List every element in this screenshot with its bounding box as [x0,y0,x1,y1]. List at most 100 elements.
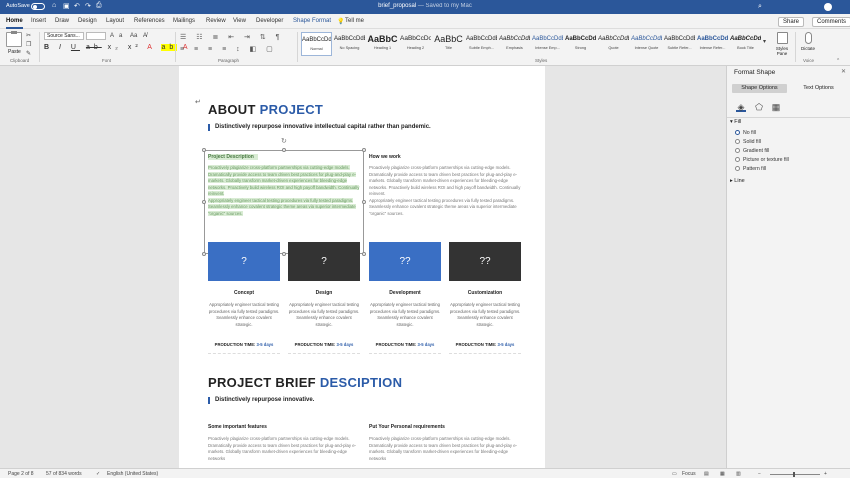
cut-icon[interactable]: ✂ [26,33,32,39]
tab-home[interactable]: Home [6,18,23,29]
focus-icon[interactable]: ▭ [672,471,677,477]
font-name-select[interactable]: Source Sans... [44,32,84,40]
print-layout-icon[interactable]: ▦ [720,471,725,477]
style-normal[interactable]: AaBbCcDdEe Normal [301,32,332,56]
tab-layout[interactable]: Layout [106,18,124,24]
document-page[interactable]: ↵ ABOUT PROJECT Distinctively repurpose … [179,66,545,468]
style-subtle-reference[interactable]: AaBbCcDdEe Subtle Refer... [664,32,695,56]
tab-developer[interactable]: Developer [256,18,283,24]
tab-design[interactable]: Design [78,18,97,24]
clear-format-icon[interactable]: A̸ [143,33,149,39]
style-heading-2[interactable]: AaBbCcDo Heading 2 [400,32,431,56]
format-painter-icon[interactable]: ✎ [26,51,32,57]
fill-option-picture[interactable]: Picture or texture fill [735,157,789,163]
copy-icon[interactable]: ❐ [26,42,32,48]
document-canvas[interactable]: ↵ ABOUT PROJECT Distinctively repurpose … [0,66,726,468]
rotate-handle-icon[interactable]: ↻ [281,137,287,145]
paragraph-list-row[interactable]: ☰ ☷ ≣ ⇤ ⇥ ⇅ ¶ [180,33,283,41]
fill-line-icon[interactable]: ◈ [736,102,746,112]
style-intense-emphasis[interactable]: AaBbCcDdEe Intense Emp... [532,32,563,56]
tab-insert[interactable]: Insert [31,18,46,24]
tab-review[interactable]: Review [206,18,226,24]
style-no-spacing[interactable]: AaBbCcDdEe No Spacing [334,32,365,56]
zoom-out-icon[interactable]: − [758,471,761,477]
resize-handle[interactable] [282,252,286,256]
page-count[interactable]: Page 2 of 8 [8,471,34,477]
tab-references[interactable]: References [134,18,165,24]
proofing-icon[interactable]: ✓ [96,471,100,477]
fill-option-solid[interactable]: Solid fill [735,139,761,145]
resize-handle[interactable] [202,200,206,204]
how-we-work-body: Proactively plagiarize cross-platform pa… [369,165,521,217]
tab-shape-format[interactable]: Shape Format [293,18,331,24]
language[interactable]: English (United States) [107,471,158,477]
font-format-row[interactable]: B I U ab x₂ x² A ab A [44,44,192,51]
resize-handle[interactable] [282,148,286,152]
paragraph-align-row[interactable]: ≡ ≡ ≡ ≡ ↕ ◧ ▢ [180,45,277,53]
shrink-font-icon[interactable]: a [119,33,125,39]
style-intense-quote[interactable]: AaBbCcDdEe Intense Quote [631,32,662,56]
tell-me-input[interactable]: Tell me [345,18,364,24]
fill-option-gradient[interactable]: Gradient fill [735,148,769,154]
microphone-icon [804,32,812,44]
user-avatar[interactable] [824,3,832,11]
resize-handle[interactable] [362,148,366,152]
style-quote[interactable]: AaBbCcDdEe Quote [598,32,629,56]
change-case-icon[interactable]: Aa [130,33,137,39]
zoom-slider-handle[interactable] [793,472,795,477]
radio [735,166,740,171]
focus-button[interactable]: Focus [682,471,696,477]
style-title[interactable]: AaBbC Title [433,32,464,56]
style-strong[interactable]: AaBbCcDdEe Strong [565,32,596,56]
effects-icon[interactable]: ⬠ [754,102,764,112]
collapse-ribbon-icon[interactable]: ⌃ [836,58,842,64]
fill-option-no-fill[interactable]: No fill [735,130,756,136]
font-size-select[interactable] [86,32,106,40]
style-preview: AaBbCcDdEe [532,36,563,42]
style-name: Book Title [737,46,754,50]
share-button[interactable]: Share [778,17,805,27]
style-book-title[interactable]: AaBbCcDdEe Book Title [730,32,761,56]
styles-more-icon[interactable]: ▾ [763,39,769,45]
tab-draw[interactable]: Draw [55,18,69,24]
tab-shape-options[interactable]: Shape Options [732,84,787,93]
tab-mailings[interactable]: Mailings [173,18,195,24]
line-section-header[interactable]: ▸ Line [730,178,745,184]
style-heading-1[interactable]: AaBbC Heading 1 [367,32,398,56]
search-icon[interactable]: ⌕ [758,3,762,11]
style-name: Quote [608,46,619,50]
paste-icon[interactable] [6,31,22,47]
comments-button[interactable]: Comments [812,17,850,27]
zoom-in-icon[interactable]: + [824,471,827,477]
brief-lead: Distinctively repurpose innovative. [208,397,314,404]
resize-handle[interactable] [202,252,206,256]
web-layout-icon[interactable]: ▥ [736,471,741,477]
styles-pane-button[interactable]: Styles Pane [772,32,792,56]
production-time-value: 3-5 days [256,342,274,347]
radio [735,148,740,153]
style-preview: AaBbC [434,34,463,44]
style-intense-reference[interactable]: AaBbCcDdEe Intense Refer... [697,32,728,56]
grow-font-icon[interactable]: A [110,33,116,39]
resize-handle[interactable] [362,200,366,204]
fill-section-header[interactable]: ▾ Fill [730,119,741,125]
close-icon[interactable]: ✕ [841,68,846,75]
pane-title: Format Shape [734,69,776,76]
zoom-slider[interactable] [770,474,820,475]
dictate-button[interactable]: Dictate [798,32,818,51]
layout-properties-icon[interactable]: ▦ [771,102,781,112]
read-mode-icon[interactable]: ▤ [704,471,709,477]
fill-option-pattern[interactable]: Pattern fill [735,166,766,172]
resize-handle[interactable] [362,252,366,256]
ribbon-tabs: Home Insert Draw Design Layout Reference… [0,14,850,29]
word-count[interactable]: 57 of 834 words [46,471,82,477]
tab-view[interactable]: View [233,18,246,24]
style-name: Subtle Refer... [667,46,692,50]
style-emphasis[interactable]: AaBbCcDdEe Emphasis [499,32,530,56]
tab-text-options[interactable]: Text Options [791,84,846,93]
paste-button[interactable]: Paste [8,49,21,55]
resize-handle[interactable] [202,148,206,152]
style-subtle-emphasis[interactable]: AaBbCcDdEe Subtle Emph... [466,32,497,56]
pane-divider [727,117,850,118]
production-time-label: PRODUCTION TIME: [375,342,418,347]
